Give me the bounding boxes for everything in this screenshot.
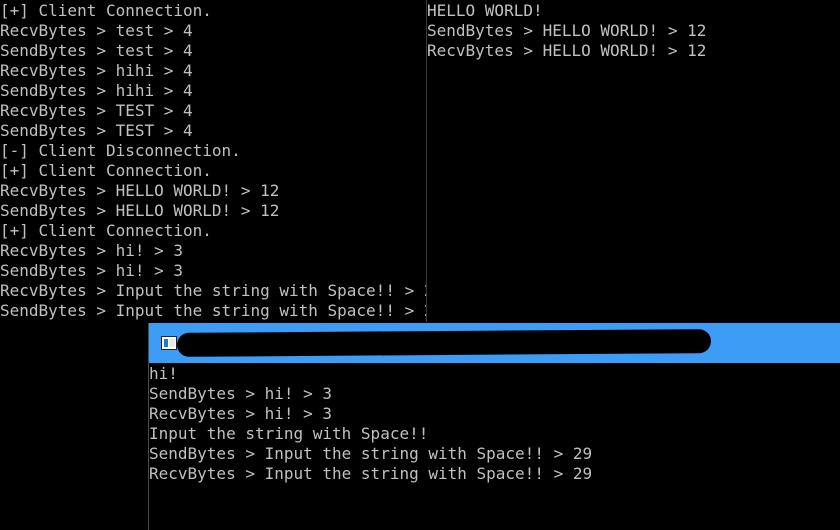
console-line: RecvBytes > TEST > 4 (0, 101, 193, 120)
console-line: SendBytes > test > 4 (0, 41, 193, 60)
console-line: RecvBytes > hihi > 4 (0, 61, 193, 80)
active-client-window[interactable]: hi! SendBytes > hi! > 3 RecvBytes > hi! … (148, 323, 840, 530)
console-line: [+] Client Connection. (0, 161, 212, 180)
redacted-title-tail (669, 335, 709, 351)
console-line: HELLO WORLD! (427, 1, 543, 20)
console-line: RecvBytes > HELLO WORLD! > 12 (427, 41, 707, 60)
console-line: Input the string with Space!! (149, 424, 429, 443)
console-line: RecvBytes > HELLO WORLD! > 12 (0, 181, 280, 200)
console-line: RecvBytes > Input the string with Space!… (149, 464, 593, 483)
console-line: RecvBytes > hi! > 3 (149, 404, 333, 423)
console-line: SendBytes > hi! > 3 (149, 384, 333, 403)
console-line: SendBytes > hi! > 3 (0, 261, 184, 280)
console-line: [+] Client Connection. (0, 221, 212, 240)
console-line: SendBytes > hihi > 4 (0, 81, 193, 100)
console-line: SendBytes > TEST > 4 (0, 121, 193, 140)
console-line: SendBytes > Input the string with Space!… (0, 301, 426, 320)
client-console-window[interactable]: HELLO WORLD! SendBytes > HELLO WORLD! > … (427, 0, 840, 322)
server-console-window[interactable]: [+] Client Connection. RecvBytes > test … (0, 0, 426, 322)
console-line: RecvBytes > hi! > 3 (0, 241, 184, 260)
client-console-output[interactable]: hi! SendBytes > hi! > 3 RecvBytes > hi! … (149, 363, 840, 530)
console-line: hi! (149, 364, 178, 383)
console-line: SendBytes > HELLO WORLD! > 12 (0, 201, 280, 220)
redacted-title (176, 329, 712, 357)
console-line: SendBytes > HELLO WORLD! > 12 (427, 21, 707, 40)
console-line: [-] Client Disconnection. (0, 141, 241, 160)
window-titlebar[interactable] (149, 323, 840, 363)
console-line: [+] Client Connection. (0, 1, 212, 20)
console-line: SendBytes > Input the string with Space!… (149, 444, 593, 463)
console-line: RecvBytes > test > 4 (0, 21, 193, 40)
console-app-icon (161, 336, 177, 350)
console-line: RecvBytes > Input the string with Space!… (0, 281, 426, 300)
